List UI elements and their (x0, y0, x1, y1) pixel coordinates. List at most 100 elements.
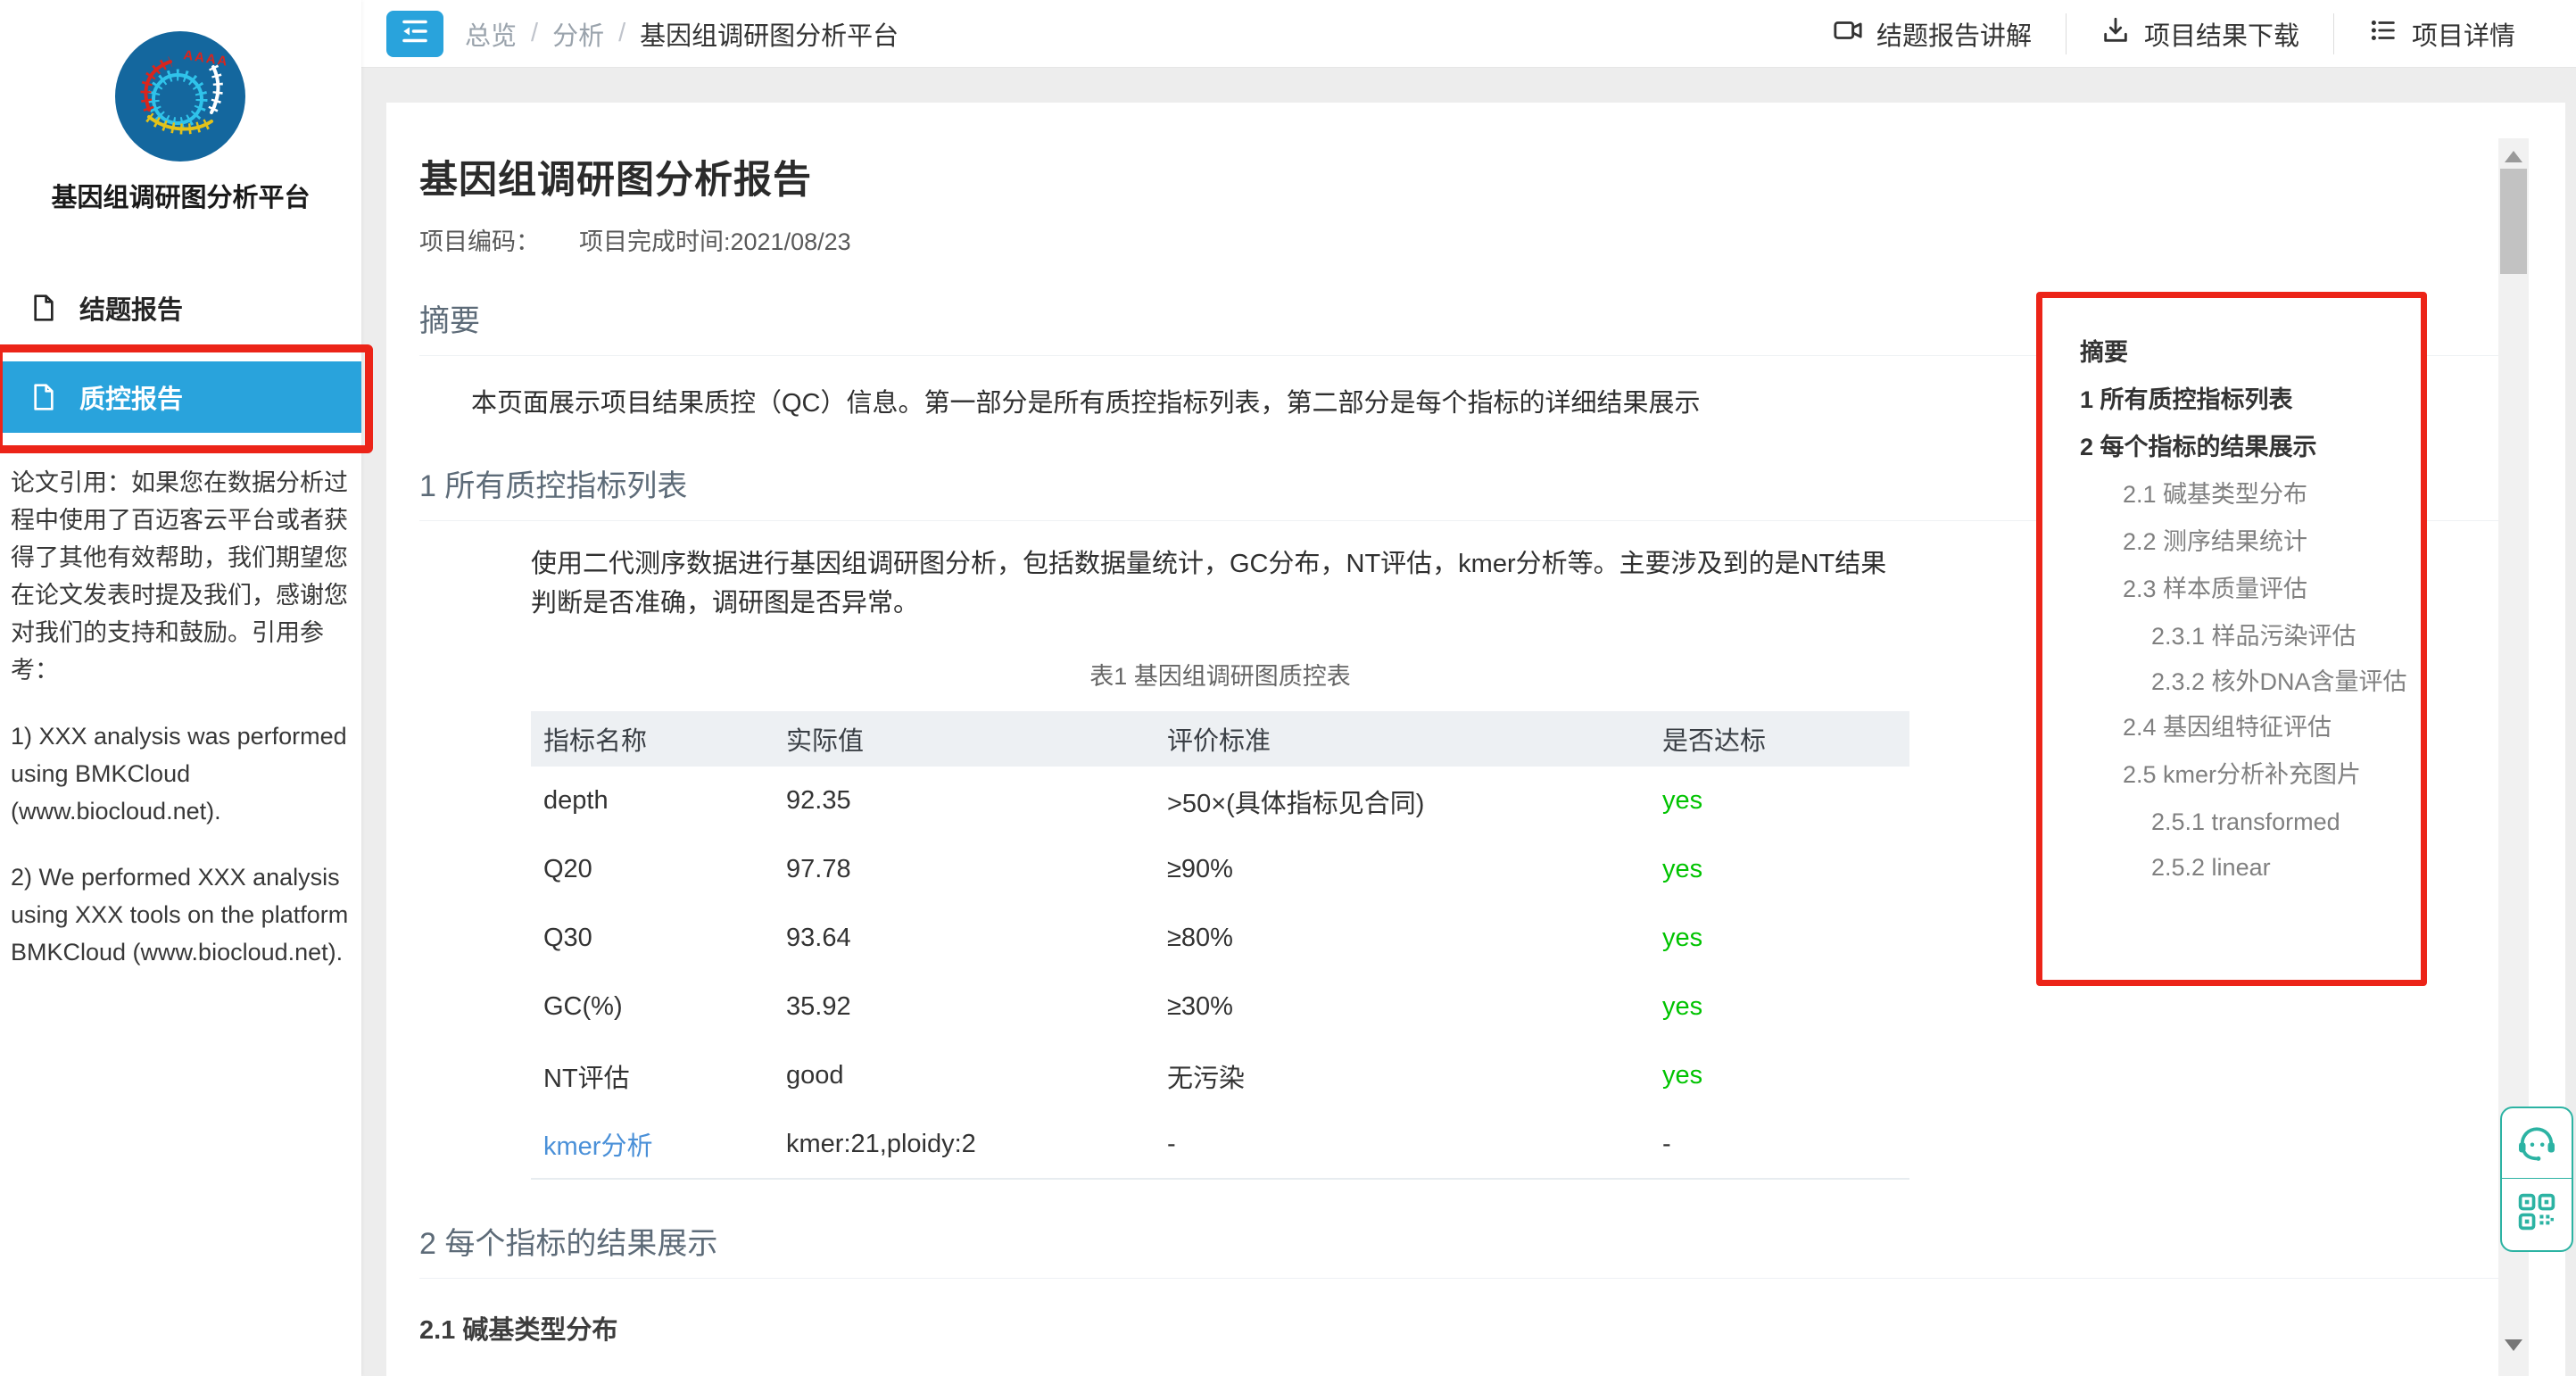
column-header: 是否达标 (1650, 711, 1909, 767)
column-header: 指标名称 (531, 711, 774, 767)
toc-item[interactable]: 摘要 (2080, 337, 2421, 368)
qr-code-button[interactable] (2502, 1179, 2572, 1249)
criteria-cell: ≥90% (1155, 835, 1650, 904)
sidebar: AAAA 基因组调研图分析平台 结题报告 (0, 0, 361, 1376)
action-label: 结题报告讲解 (1876, 15, 2032, 53)
section2-heading: 2 每个指标的结果展示 (419, 1219, 2528, 1263)
toc-item[interactable]: 2.3.1 样品污染评估 (2151, 621, 2421, 651)
report-title: 基因组调研图分析报告 (419, 149, 2528, 204)
pass-status-cell: yes (1650, 835, 1909, 904)
report-explain-button[interactable]: 结题报告讲解 (1799, 15, 2066, 53)
metric-name-cell: NT评估 (531, 1041, 774, 1110)
project-download-button[interactable]: 项目结果下载 (2067, 15, 2333, 53)
toc-item[interactable]: 2.2 测序结果统计 (2123, 526, 2421, 557)
toc-panel: 摘要 1 所有质控指标列表 2 每个指标的结果展示 2.1 碱基类型分布 2.2 测序结… (2042, 298, 2421, 980)
download-icon (2100, 15, 2131, 53)
report-meta: 项目编码： 项目完成时间:2021/08/23 (419, 222, 2528, 257)
metric-name-cell: Q20 (531, 835, 774, 904)
table-row: Q2097.78≥90%yes (531, 835, 1909, 904)
pass-status-cell: - (1650, 1110, 1909, 1179)
scrollbar-thumb[interactable] (2500, 169, 2527, 274)
toc-item[interactable]: 2.1 碱基类型分布 (2123, 479, 2421, 510)
table-row: GC(%)35.92≥30%yes (531, 973, 1909, 1041)
subsection-heading: 2.1 碱基类型分布 (419, 1309, 2528, 1347)
qc-table-body: depth92.35>50×(具体指标见合同)yesQ2097.78≥90%ye… (531, 767, 1909, 1179)
metric-value-cell: kmer:21,ploidy:2 (774, 1110, 1155, 1179)
breadcrumb-item-2[interactable]: 基因组调研图分析平台 (640, 15, 899, 53)
sidebar-item-qc-report[interactable]: 质控报告 (0, 361, 361, 433)
column-header: 实际值 (774, 711, 1155, 767)
metric-value-cell: 93.64 (774, 904, 1155, 973)
toc-item[interactable]: 2.3 样本质量评估 (2123, 574, 2421, 604)
metric-value-cell: good (774, 1041, 1155, 1110)
video-icon (1833, 15, 1863, 53)
toc-item[interactable]: 2 每个指标的结果展示 (2080, 432, 2421, 462)
breadcrumb: 总览 / 分析 / 基因组调研图分析平台 (465, 15, 899, 53)
table-row: Q3093.64≥80%yes (531, 904, 1909, 973)
breadcrumb-separator: / (618, 19, 625, 48)
project-details-button[interactable]: 项目详情 (2334, 15, 2549, 53)
sidebar-item-label: 质控报告 (79, 378, 183, 416)
citation-ref-2: 2) We performed XXX analysis using XXX t… (11, 858, 355, 971)
table-row: depth92.35>50×(具体指标见合同)yes (531, 767, 1909, 835)
section1-description: 使用二代测序数据进行基因组调研图分析，包括数据量统计，GC分布，NT评估，kme… (531, 544, 1909, 623)
column-header: 评价标准 (1155, 711, 1650, 767)
pass-status-cell: yes (1650, 904, 1909, 973)
section-divider (419, 1278, 2528, 1279)
platform-name: 基因组调研图分析平台 (0, 177, 361, 214)
metric-value-cell: 35.92 (774, 973, 1155, 1041)
qr-code-icon (2516, 1191, 2557, 1237)
toc-item[interactable]: 2.4 基因组特征评估 (2123, 712, 2421, 742)
page: AAAA 基因组调研图分析平台 结题报告 (0, 0, 2576, 1376)
sidebar-item-label: 结题报告 (79, 289, 183, 327)
citation-block: 论文引用：如果您在数据分析过程中使用了百迈客云平台或者获得了其他有效帮助，我们期… (11, 464, 355, 999)
criteria-cell: ≥80% (1155, 904, 1650, 973)
pass-status-cell: yes (1650, 767, 1909, 835)
metric-value-cell: 92.35 (774, 767, 1155, 835)
criteria-cell: >50×(具体指标见合同) (1155, 767, 1650, 835)
breadcrumb-item-0[interactable]: 总览 (465, 15, 517, 53)
breadcrumb-item-1[interactable]: 分析 (552, 15, 604, 53)
document-icon (29, 383, 58, 411)
toc-item[interactable]: 1 所有质控指标列表 (2080, 385, 2421, 415)
toc-item[interactable]: 2.5 kmer分析补充图片 (2123, 759, 2421, 790)
citation-ref-1: 1) XXX analysis was performed using BMKC… (11, 717, 355, 830)
table-caption: 表1 基因组调研图质控表 (531, 657, 1909, 692)
metric-name-cell: GC(%) (531, 973, 774, 1041)
toc-item[interactable]: 2.5.2 linear (2151, 852, 2421, 883)
collapse-menu-button[interactable] (386, 11, 443, 57)
criteria-cell: - (1155, 1110, 1650, 1179)
criteria-cell: 无污染 (1155, 1041, 1650, 1110)
project-code-label: 项目编码： (419, 222, 540, 257)
sidebar-item-final-report[interactable]: 结题报告 (0, 272, 361, 344)
table-row: kmer分析kmer:21,ploidy:2-- (531, 1110, 1909, 1179)
action-label: 项目详情 (2412, 15, 2515, 53)
toc-item[interactable]: 2.5.1 transformed (2151, 807, 2421, 837)
pass-status-cell: yes (1650, 1041, 1909, 1110)
metric-value-cell: 97.78 (774, 835, 1155, 904)
customer-service-button[interactable] (2502, 1108, 2572, 1179)
kmer-analysis-link[interactable]: kmer分析 (531, 1110, 774, 1179)
toc-item[interactable]: 2.3.2 核外DNA含量评估 (2151, 667, 2421, 697)
completion-time: 项目完成时间:2021/08/23 (579, 222, 851, 257)
breadcrumb-separator: / (531, 19, 538, 48)
pass-status-cell: yes (1650, 973, 1909, 1041)
table-row: NT评估good无污染yes (531, 1041, 1909, 1110)
citation-intro: 论文引用：如果您在数据分析过程中使用了百迈客云平台或者获得了其他有效帮助，我们期… (11, 464, 355, 689)
menu-fold-icon (399, 15, 431, 52)
toc-list: 摘要 1 所有质控指标列表 2 每个指标的结果展示 2.1 碱基类型分布 2.2 测序结… (2080, 337, 2421, 883)
topbar-actions: 结题报告讲解 项目结果下载 项目详情 (1799, 13, 2549, 54)
metric-name-cell: Q30 (531, 904, 774, 973)
list-icon (2368, 15, 2398, 53)
document-icon (29, 294, 58, 322)
scrollbar-up-arrow-icon[interactable] (2505, 151, 2522, 162)
scrollbar-down-arrow-icon[interactable] (2505, 1339, 2522, 1351)
topbar: 总览 / 分析 / 基因组调研图分析平台 结题报告讲解 项目结果下载 (361, 0, 2576, 68)
headset-icon (2514, 1119, 2559, 1168)
action-label: 项目结果下载 (2144, 15, 2299, 53)
metric-name-cell: depth (531, 767, 774, 835)
table-header-row: 指标名称 实际值 评价标准 是否达标 (531, 711, 1909, 767)
qc-table: 指标名称 实际值 评价标准 是否达标 depth92.35>50×(具体指标见合… (531, 711, 1909, 1180)
criteria-cell: ≥30% (1155, 973, 1650, 1041)
platform-logo-icon: AAAA (113, 29, 247, 163)
